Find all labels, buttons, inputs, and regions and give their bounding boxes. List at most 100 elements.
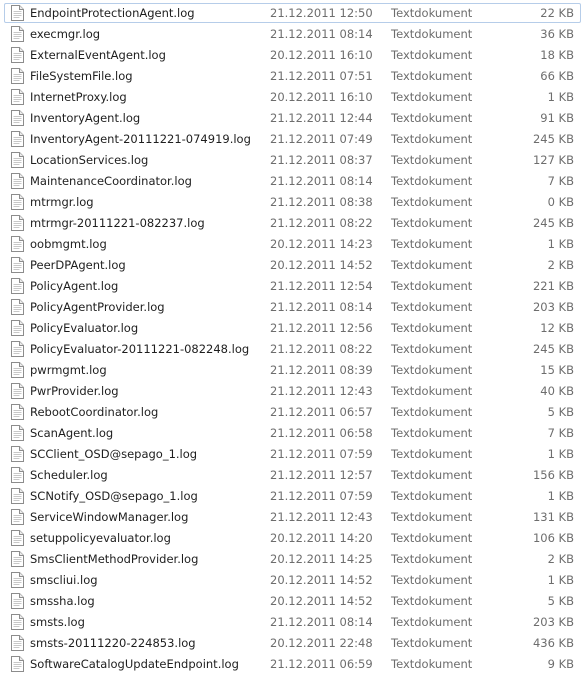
file-modified-date: 21.12.2011 08:22: [270, 216, 373, 230]
file-name: ServiceWindowManager.log: [30, 510, 189, 524]
file-modified-date: 21.12.2011 06:59: [270, 657, 373, 671]
text-document-icon: [11, 614, 24, 630]
file-row[interactable]: InternetProxy.log 20.12.2011 16:10 Textd…: [4, 87, 581, 107]
file-size: 12 KB: [540, 321, 574, 335]
file-row[interactable]: InventoryAgent-20111221-074919.log 21.12…: [4, 129, 581, 149]
text-document-icon: [11, 299, 24, 315]
file-type: Textdokument: [391, 300, 473, 314]
file-row[interactable]: SCClient_OSD@sepago_1.log 21.12.2011 07:…: [4, 444, 581, 464]
file-modified-date: 21.12.2011 08:14: [270, 615, 373, 629]
file-row[interactable]: ServiceWindowManager.log 21.12.2011 12:4…: [4, 507, 581, 527]
file-name: LocationServices.log: [30, 153, 149, 167]
file-row[interactable]: ExternalEventAgent.log 20.12.2011 16:10 …: [4, 45, 581, 65]
file-modified-date: 21.12.2011 08:39: [270, 363, 373, 377]
file-type: Textdokument: [391, 6, 473, 20]
file-name: SCClient_OSD@sepago_1.log: [30, 447, 198, 461]
file-name: InventoryAgent.log: [30, 111, 141, 125]
file-modified-date: 20.12.2011 14:52: [270, 573, 373, 587]
file-row[interactable]: smsts.log 21.12.2011 08:14 Textdokument …: [4, 612, 581, 632]
file-name: PolicyAgent.log: [30, 279, 119, 293]
file-row[interactable]: execmgr.log 21.12.2011 08:14 Textdokumen…: [4, 24, 581, 44]
file-type: Textdokument: [391, 657, 473, 671]
file-type: Textdokument: [391, 447, 473, 461]
file-modified-date: 21.12.2011 07:59: [270, 489, 373, 503]
file-row[interactable]: PolicyEvaluator-20111221-082248.log 21.1…: [4, 339, 581, 359]
file-name: execmgr.log: [30, 27, 101, 41]
file-size: 1 KB: [547, 573, 574, 587]
text-document-icon: [11, 362, 24, 378]
file-name: mtrmgr.log: [30, 195, 94, 209]
file-type: Textdokument: [391, 237, 473, 251]
file-row[interactable]: smscliui.log 20.12.2011 14:52 Textdokume…: [4, 570, 581, 590]
file-row[interactable]: LocationServices.log 21.12.2011 08:37 Te…: [4, 150, 581, 170]
file-size: 18 KB: [540, 48, 574, 62]
file-size: 15 KB: [540, 363, 574, 377]
file-name: ScanAgent.log: [30, 426, 114, 440]
text-document-icon: [11, 488, 24, 504]
file-name: PolicyEvaluator-20111221-082248.log: [30, 342, 250, 356]
file-row[interactable]: PolicyAgentProvider.log 21.12.2011 08:14…: [4, 297, 581, 317]
file-size: 9 KB: [547, 657, 574, 671]
text-document-icon: [11, 68, 24, 84]
file-size: 5 KB: [547, 594, 574, 608]
file-size: 131 KB: [532, 510, 574, 524]
file-modified-date: 21.12.2011 07:59: [270, 447, 373, 461]
file-size: 7 KB: [547, 426, 574, 440]
file-name: SCNotify_OSD@sepago_1.log: [30, 489, 198, 503]
file-name: oobmgmt.log: [30, 237, 107, 251]
file-modified-date: 21.12.2011 08:37: [270, 153, 373, 167]
file-row[interactable]: smssha.log 20.12.2011 14:52 Textdokument…: [4, 591, 581, 611]
file-name: EndpointProtectionAgent.log: [30, 6, 195, 20]
file-name: pwrmgmt.log: [30, 363, 107, 377]
file-size: 2 KB: [547, 258, 574, 272]
file-modified-date: 20.12.2011 16:10: [270, 90, 373, 104]
file-row[interactable]: PeerDPAgent.log 20.12.2011 14:52 Textdok…: [4, 255, 581, 275]
file-size: 36 KB: [540, 27, 574, 41]
file-row[interactable]: SmsClientMethodProvider.log 20.12.2011 1…: [4, 549, 581, 569]
file-size: 2 KB: [547, 552, 574, 566]
file-type: Textdokument: [391, 258, 473, 272]
file-modified-date: 21.12.2011 12:44: [270, 111, 373, 125]
file-row[interactable]: EndpointProtectionAgent.log 21.12.2011 1…: [4, 3, 581, 23]
file-type: Textdokument: [391, 468, 473, 482]
file-modified-date: 21.12.2011 08:38: [270, 195, 373, 209]
file-row[interactable]: PolicyEvaluator.log 21.12.2011 12:56 Tex…: [4, 318, 581, 338]
file-modified-date: 21.12.2011 12:43: [270, 510, 373, 524]
file-row[interactable]: PwrProvider.log 21.12.2011 12:43 Textdok…: [4, 381, 581, 401]
file-name: PolicyEvaluator.log: [30, 321, 139, 335]
file-modified-date: 20.12.2011 14:52: [270, 258, 373, 272]
file-modified-date: 21.12.2011 12:56: [270, 321, 373, 335]
file-row[interactable]: Scheduler.log 21.12.2011 12:57 Textdokum…: [4, 465, 581, 485]
file-row[interactable]: oobmgmt.log 20.12.2011 14:23 Textdokumen…: [4, 234, 581, 254]
file-row[interactable]: SCNotify_OSD@sepago_1.log 21.12.2011 07:…: [4, 486, 581, 506]
file-row[interactable]: SoftwareCatalogUpdateEndpoint.log 21.12.…: [4, 654, 581, 674]
file-row[interactable]: smsts-20111220-224853.log 20.12.2011 22:…: [4, 633, 581, 653]
file-type: Textdokument: [391, 48, 473, 62]
file-type: Textdokument: [391, 90, 473, 104]
text-document-icon: [11, 5, 24, 21]
file-type: Textdokument: [391, 405, 473, 419]
file-row[interactable]: ScanAgent.log 21.12.2011 06:58 Textdokum…: [4, 423, 581, 443]
file-type: Textdokument: [391, 111, 473, 125]
file-row[interactable]: InventoryAgent.log 21.12.2011 12:44 Text…: [4, 108, 581, 128]
text-document-icon: [11, 152, 24, 168]
file-modified-date: 20.12.2011 14:25: [270, 552, 373, 566]
file-type: Textdokument: [391, 510, 473, 524]
file-name: SoftwareCatalogUpdateEndpoint.log: [30, 657, 239, 671]
file-type: Textdokument: [391, 132, 473, 146]
file-row[interactable]: FileSystemFile.log 21.12.2011 07:51 Text…: [4, 66, 581, 86]
file-name: smssha.log: [30, 594, 95, 608]
text-document-icon: [11, 635, 24, 651]
file-type: Textdokument: [391, 594, 473, 608]
file-row[interactable]: mtrmgr-20111221-082237.log 21.12.2011 08…: [4, 213, 581, 233]
file-modified-date: 21.12.2011 12:50: [270, 6, 373, 20]
file-row[interactable]: mtrmgr.log 21.12.2011 08:38 Textdokument…: [4, 192, 581, 212]
file-row[interactable]: RebootCoordinator.log 21.12.2011 06:57 T…: [4, 402, 581, 422]
file-row[interactable]: pwrmgmt.log 21.12.2011 08:39 Textdokumen…: [4, 360, 581, 380]
file-row[interactable]: setuppolicyevaluator.log 20.12.2011 14:2…: [4, 528, 581, 548]
file-size: 245 KB: [532, 342, 574, 356]
file-name: FileSystemFile.log: [30, 69, 133, 83]
file-row[interactable]: MaintenanceCoordinator.log 21.12.2011 08…: [4, 171, 581, 191]
file-modified-date: 21.12.2011 08:22: [270, 342, 373, 356]
file-row[interactable]: PolicyAgent.log 21.12.2011 12:54 Textdok…: [4, 276, 581, 296]
